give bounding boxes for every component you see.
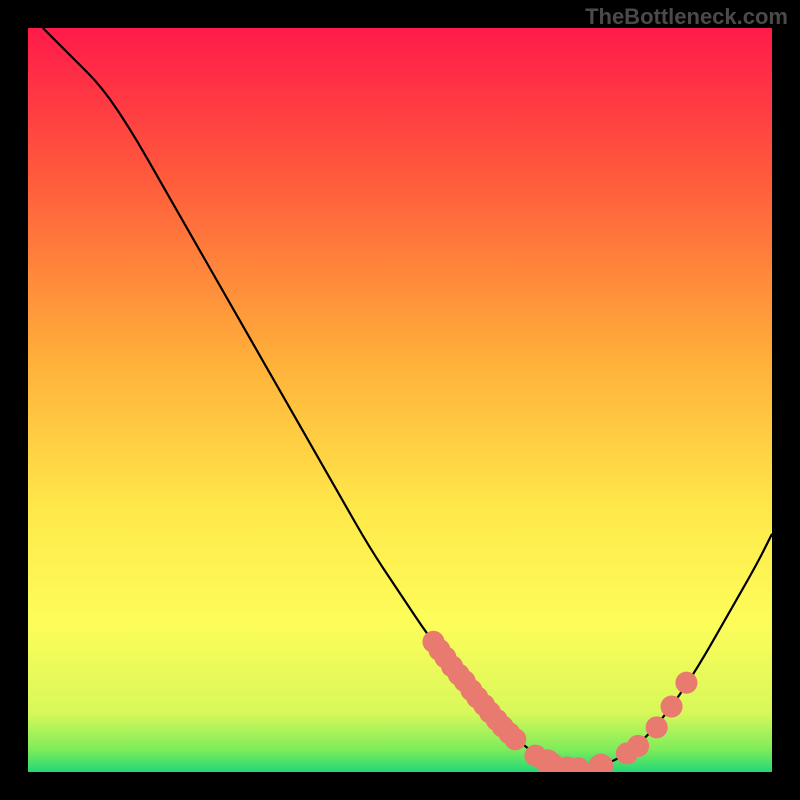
data-marker	[646, 716, 668, 738]
data-marker	[661, 695, 683, 717]
chart-svg	[28, 28, 772, 772]
gradient-background	[28, 28, 772, 772]
data-marker	[675, 672, 697, 694]
data-marker	[627, 735, 649, 757]
plot-area	[28, 28, 772, 772]
data-marker	[504, 728, 526, 750]
watermark-text: TheBottleneck.com	[585, 4, 788, 30]
chart-container: TheBottleneck.com	[0, 0, 800, 800]
